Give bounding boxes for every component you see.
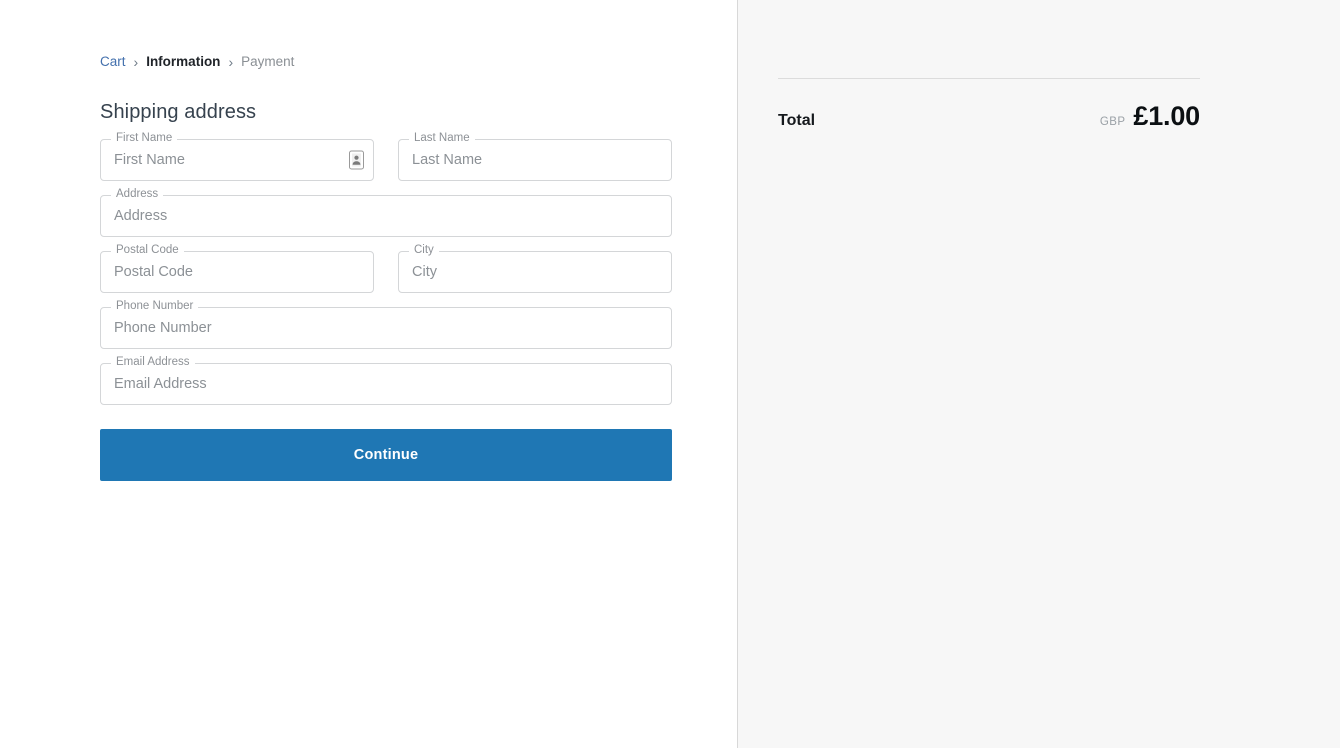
summary-divider	[778, 78, 1200, 79]
city-field[interactable]: City	[398, 243, 672, 293]
first-name-label: First Name	[111, 131, 178, 145]
chevron-right-icon: ›	[133, 54, 139, 70]
first-name-input[interactable]	[100, 139, 374, 181]
phone-number-input[interactable]	[100, 307, 672, 349]
summary-container: Total GBP £1.00	[778, 78, 1200, 132]
address-input[interactable]	[100, 195, 672, 237]
breadcrumb-item-information[interactable]: Information	[146, 52, 220, 72]
address-label: Address	[111, 187, 164, 201]
last-name-input[interactable]	[398, 139, 672, 181]
form-container: Cart › Information › Payment Shipping ad…	[100, 52, 672, 481]
postal-city-field-row: Postal Code City	[100, 243, 672, 293]
page-title: Shipping address	[100, 101, 257, 123]
checkout-form-pane: Cart › Information › Payment Shipping ad…	[0, 0, 738, 748]
breadcrumb-item-payment: Payment	[241, 54, 295, 69]
breadcrumb: Cart › Information › Payment	[100, 52, 672, 72]
email-address-label: Email Address	[111, 355, 195, 369]
breadcrumb-item-cart[interactable]: Cart	[100, 52, 126, 72]
name-field-row: First Name Last Name	[100, 131, 672, 181]
email-address-input[interactable]	[100, 363, 672, 405]
address-field[interactable]: Address	[100, 187, 672, 237]
email-field-row: Email Address	[100, 355, 672, 405]
postal-code-field[interactable]: Postal Code	[100, 243, 374, 293]
address-field-row: Address	[100, 187, 672, 237]
first-name-field[interactable]: First Name	[100, 131, 374, 181]
phone-number-field[interactable]: Phone Number	[100, 299, 672, 349]
total-label: Total	[778, 112, 816, 129]
order-total-row: Total GBP £1.00	[778, 101, 1200, 132]
phone-number-label: Phone Number	[111, 299, 199, 313]
order-summary-pane: Total GBP £1.00	[738, 0, 1340, 748]
continue-button[interactable]: Continue	[100, 429, 672, 481]
postal-code-label: Postal Code	[111, 243, 184, 257]
total-amount-value: £1.00	[1133, 101, 1200, 131]
city-input[interactable]	[398, 251, 672, 293]
postal-code-input[interactable]	[100, 251, 374, 293]
phone-field-row: Phone Number	[100, 299, 672, 349]
last-name-field[interactable]: Last Name	[398, 131, 672, 181]
autofill-contact-icon[interactable]	[349, 150, 364, 170]
currency-code: GBP	[1099, 116, 1126, 128]
city-label: City	[409, 243, 439, 257]
last-name-label: Last Name	[409, 131, 475, 145]
total-amount: GBP £1.00	[1100, 101, 1200, 131]
chevron-right-icon: ›	[228, 54, 234, 70]
checkout-page: Cart › Information › Payment Shipping ad…	[0, 0, 1340, 748]
email-address-field[interactable]: Email Address	[100, 355, 672, 405]
